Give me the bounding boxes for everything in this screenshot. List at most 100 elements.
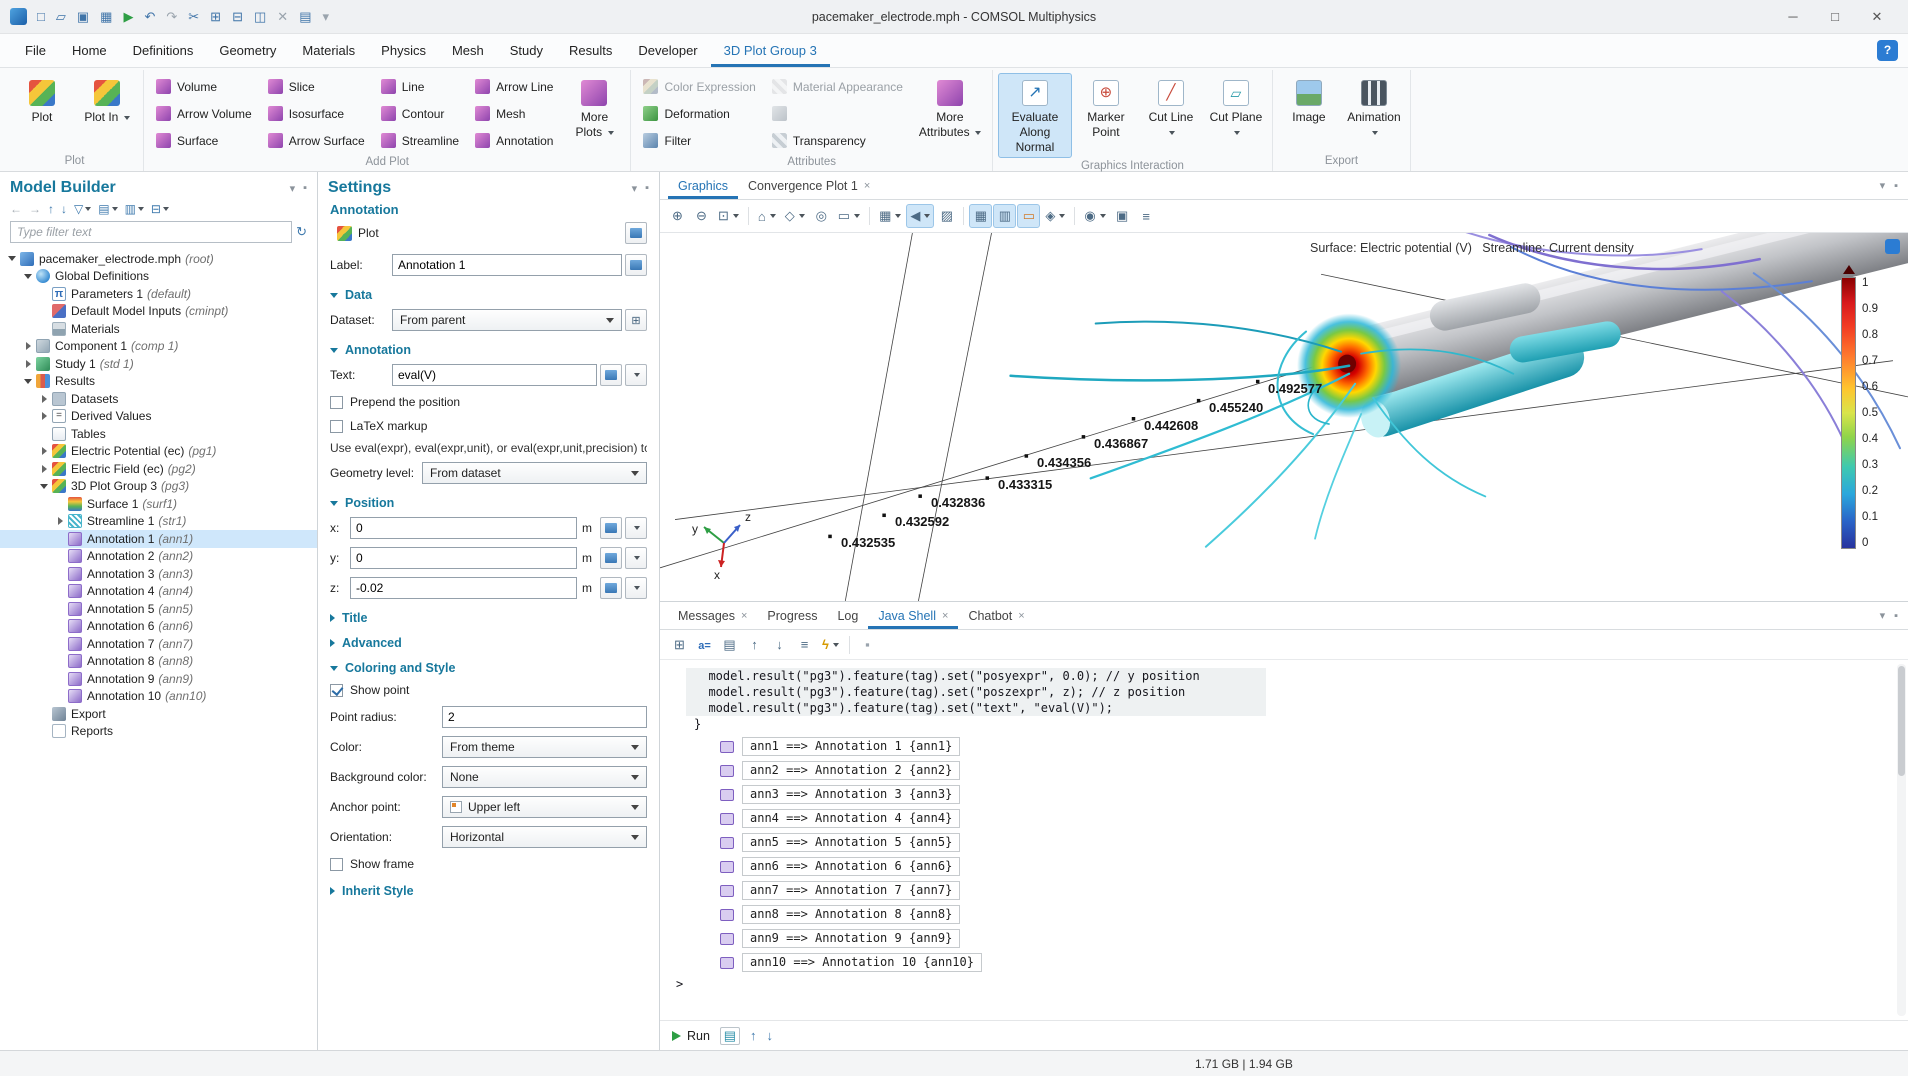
tree-item-annotation-1[interactable]: Annotation 1(ann1) xyxy=(0,530,317,548)
tree-item-study-1[interactable]: Study 1(std 1) xyxy=(0,355,317,373)
show-point-checkbox[interactable]: Show point xyxy=(330,683,647,697)
expand-arrow-icon[interactable] xyxy=(22,360,34,368)
delete-icon[interactable]: ✕ xyxy=(277,10,288,23)
autocomplete-button[interactable]: ϟ xyxy=(818,633,843,657)
tree-item-default-model-inputs[interactable]: Default Model Inputs(cminpt) xyxy=(0,303,317,321)
open-console-button[interactable]: ▤ xyxy=(720,1027,740,1045)
shell-scrollbar[interactable] xyxy=(1897,664,1906,1016)
tab-results[interactable]: Results xyxy=(556,34,625,67)
annotation-section-header[interactable]: Annotation xyxy=(318,335,659,360)
expand-arrow-icon[interactable] xyxy=(54,517,66,525)
tree-item-derived-values[interactable]: Derived Values xyxy=(0,408,317,426)
arrow-volume-button[interactable]: Arrow Volume xyxy=(149,100,259,127)
coloring-section-header[interactable]: Coloring and Style xyxy=(318,653,659,678)
tree-item-datasets[interactable]: Datasets xyxy=(0,390,317,408)
tree-item-annotation-5[interactable]: Annotation 5(ann5) xyxy=(0,600,317,618)
anchor-point-select[interactable]: Upper left xyxy=(442,796,647,818)
expression-menu-button[interactable] xyxy=(625,364,647,386)
tab-materials[interactable]: Materials xyxy=(289,34,368,67)
show-grid-button[interactable]: ▦ xyxy=(969,204,992,228)
move-up-button[interactable]: ↑ xyxy=(743,633,766,657)
collapse-all-icon[interactable]: ⊟ xyxy=(151,202,169,216)
filter-tree-icon[interactable]: ▽ xyxy=(74,202,91,216)
plot-in-button[interactable]: Plot In xyxy=(76,73,138,141)
tree-item-annotation-8[interactable]: Annotation 8(ann8) xyxy=(0,653,317,671)
compute-icon[interactable]: ▶ xyxy=(123,10,133,23)
panel-pin-icon[interactable]: ▪ xyxy=(1894,180,1898,192)
close-button[interactable]: ✕ xyxy=(1856,2,1898,32)
line-button[interactable]: Line xyxy=(374,73,466,100)
tab-home[interactable]: Home xyxy=(59,34,120,67)
latex-markup-checkbox[interactable]: LaTeX markup xyxy=(330,419,647,433)
position-section-header[interactable]: Position xyxy=(318,488,659,513)
panel-menu-icon[interactable]: ▾ xyxy=(290,182,296,195)
marker-point-button[interactable]: Marker Point xyxy=(1075,73,1137,143)
go-back-icon[interactable]: ← xyxy=(10,202,22,216)
orientation-select[interactable]: Horizontal xyxy=(442,826,647,848)
expand-arrow-icon[interactable] xyxy=(22,342,34,350)
maximize-button[interactable]: □ xyxy=(1814,2,1856,32)
tab-mesh[interactable]: Mesh xyxy=(439,34,497,67)
tab-java-shell[interactable]: Java Shell xyxy=(868,602,958,629)
zoom-out-button[interactable]: ⊖ xyxy=(690,204,713,228)
more-attributes-button[interactable]: More Attributes xyxy=(913,73,987,143)
tree-item-global-definitions[interactable]: Global Definitions xyxy=(0,268,317,286)
open-file-icon[interactable]: ▱ xyxy=(56,10,66,23)
title-section-header[interactable]: Title xyxy=(318,603,659,628)
tree-item-tables[interactable]: Tables xyxy=(0,425,317,443)
tab-log[interactable]: Log xyxy=(827,602,868,629)
new-dataset-button[interactable]: ⊞ xyxy=(625,309,647,331)
color-select[interactable]: From theme xyxy=(442,736,647,758)
organize-button[interactable]: ▤ xyxy=(718,633,741,657)
tab-convergence-plot-1[interactable]: Convergence Plot 1 xyxy=(738,172,880,199)
options-icon[interactable]: ▤ xyxy=(299,10,311,23)
scrollbar-thumb[interactable] xyxy=(1898,666,1905,776)
evaluate-along-normal-button[interactable]: Evaluate Along Normal xyxy=(998,73,1072,158)
z-menu-button[interactable] xyxy=(625,577,647,599)
transparency-button[interactable]: Transparency xyxy=(765,127,910,154)
slice-button[interactable]: Slice xyxy=(261,73,372,100)
tree-item-parameters[interactable]: Parameters 1(default) xyxy=(0,285,317,303)
save-icon[interactable]: ▣ xyxy=(77,10,89,23)
geometry-level-select[interactable]: From dataset xyxy=(422,462,647,484)
tree-item-annotation-6[interactable]: Annotation 6(ann6) xyxy=(0,618,317,636)
go-forward-icon[interactable]: → xyxy=(29,202,41,216)
expand-arrow-icon[interactable] xyxy=(6,256,18,261)
insert-expression-button[interactable] xyxy=(600,364,622,386)
expand-arrow-icon[interactable] xyxy=(38,412,50,420)
tab-messages[interactable]: Messages xyxy=(668,602,757,629)
tree-item-annotation-10[interactable]: Annotation 10(ann10) xyxy=(0,688,317,706)
annotation-label-input[interactable] xyxy=(392,254,622,276)
tree-item-annotation-9[interactable]: Annotation 9(ann9) xyxy=(0,670,317,688)
customize-toolbar-icon[interactable]: ▾ xyxy=(322,10,329,23)
tree-item-component-1[interactable]: Component 1(comp 1) xyxy=(0,338,317,356)
tab-chatbot[interactable]: Chatbot xyxy=(958,602,1034,629)
plot-button[interactable]: Plot xyxy=(11,73,73,141)
tab-study[interactable]: Study xyxy=(497,34,556,67)
redo-icon[interactable]: ↷ xyxy=(166,10,177,23)
tab-definitions[interactable]: Definitions xyxy=(120,34,207,67)
undo-icon[interactable]: ↶ xyxy=(144,10,155,23)
snapshot-button[interactable]: ▣ xyxy=(1111,204,1134,228)
tab-graphics[interactable]: Graphics xyxy=(668,172,738,199)
image-button[interactable]: Image xyxy=(1278,73,1340,141)
arrow-surface-button[interactable]: Arrow Surface xyxy=(261,127,372,154)
move-down-button[interactable]: ↓ xyxy=(768,633,791,657)
tree-item-electric-potential[interactable]: Electric Potential (ec)(pg1) xyxy=(0,443,317,461)
tree-columns-icon[interactable]: ▥ xyxy=(125,202,144,216)
tab-file[interactable]: File xyxy=(12,34,59,67)
panel-pin-icon[interactable]: ▪ xyxy=(645,182,649,195)
previous-command-button[interactable]: ↑ xyxy=(750,1028,757,1043)
selection-button[interactable] xyxy=(765,100,910,127)
tree-item-reports[interactable]: Reports xyxy=(0,723,317,741)
graphics-side-panel-icon[interactable] xyxy=(1885,239,1900,254)
minimize-button[interactable]: ─ xyxy=(1772,2,1814,32)
point-radius-input[interactable] xyxy=(442,706,647,728)
save-as-icon[interactable]: ▦ xyxy=(100,10,112,23)
prepend-position-checkbox[interactable]: Prepend the position xyxy=(330,395,647,409)
list-button[interactable]: ≡ xyxy=(793,633,816,657)
expand-arrow-icon[interactable] xyxy=(22,379,34,384)
y-range-button[interactable] xyxy=(600,547,622,569)
surface-button[interactable]: Surface xyxy=(149,127,259,154)
show-frame-checkbox[interactable]: Show frame xyxy=(330,857,647,871)
